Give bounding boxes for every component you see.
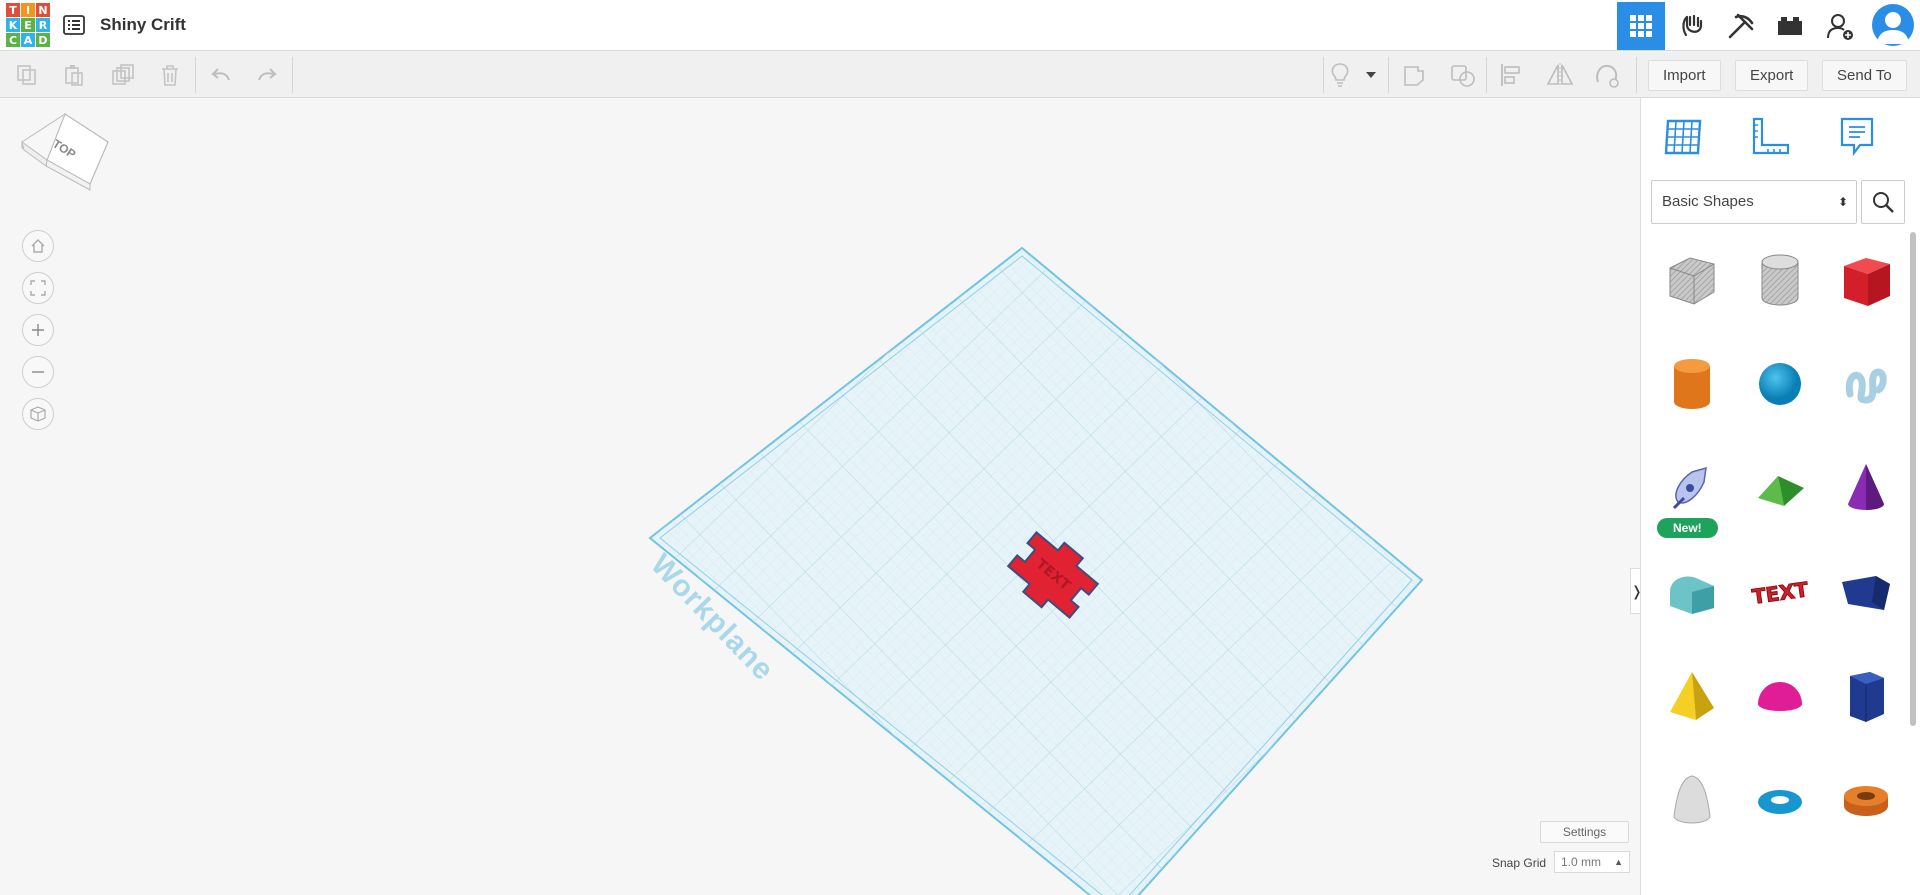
text-shape[interactable]: TEXT bbox=[1739, 544, 1821, 640]
snap-grid-value: 1.0 mm bbox=[1561, 855, 1602, 869]
search-button[interactable] bbox=[1861, 180, 1905, 224]
notes-icon[interactable] bbox=[1833, 112, 1881, 160]
circuits-icon[interactable] bbox=[1668, 2, 1716, 50]
search-icon bbox=[1873, 192, 1894, 213]
scribble-shape[interactable] bbox=[1825, 336, 1907, 432]
minus-icon bbox=[32, 371, 44, 373]
chevron-down-icon[interactable] bbox=[1362, 61, 1380, 89]
delete-icon[interactable] bbox=[155, 61, 185, 89]
settings-button[interactable]: Settings bbox=[1540, 821, 1629, 843]
cylinder-hole-shape[interactable] bbox=[1739, 232, 1821, 328]
collapse-panel-button[interactable]: ❭ bbox=[1630, 568, 1640, 614]
lightbulb-icon[interactable] bbox=[1325, 61, 1355, 89]
round-roof-shape[interactable] bbox=[1651, 544, 1733, 640]
perspective-button[interactable] bbox=[22, 398, 54, 430]
cone-shape[interactable] bbox=[1825, 440, 1907, 536]
zoom-out-button[interactable] bbox=[22, 356, 54, 388]
zoom-in-button[interactable] bbox=[22, 314, 54, 346]
home-view-button[interactable] bbox=[22, 230, 54, 262]
avatar-icon[interactable] bbox=[1872, 4, 1914, 46]
logo-letter: D bbox=[36, 33, 50, 47]
roof-shape[interactable] bbox=[1739, 440, 1821, 536]
import-button[interactable]: Import bbox=[1648, 60, 1721, 91]
project-title[interactable]: Shiny Crift bbox=[100, 15, 186, 35]
shape-category-select[interactable]: Basic Shapes ⬍ bbox=[1651, 180, 1857, 224]
design-list-icon[interactable] bbox=[63, 14, 85, 36]
copy-icon[interactable] bbox=[12, 61, 42, 89]
paste-icon[interactable] bbox=[59, 61, 89, 89]
cube-icon bbox=[30, 406, 46, 422]
shapes-panel: Basic Shapes ⬍ New! TEXT bbox=[1640, 98, 1920, 895]
plus-icon bbox=[32, 324, 44, 336]
cruise-icon[interactable] bbox=[1592, 61, 1622, 89]
chevron-up-icon: ▲ bbox=[1614, 857, 1623, 867]
workplane-icon[interactable] bbox=[1659, 112, 1707, 160]
edit-toolbar: Import Export Send To bbox=[0, 52, 1920, 98]
select-arrows-icon: ⬍ bbox=[1837, 195, 1848, 209]
snap-grid-label: Snap Grid bbox=[1492, 856, 1547, 870]
logo-letter: T bbox=[6, 3, 20, 17]
align-icon[interactable] bbox=[1497, 61, 1527, 89]
tube-shape[interactable] bbox=[1825, 752, 1907, 848]
redo-icon[interactable] bbox=[252, 61, 282, 89]
torus-shape[interactable] bbox=[1739, 752, 1821, 848]
logo-letter: R bbox=[36, 18, 50, 32]
export-button[interactable]: Export bbox=[1735, 60, 1809, 91]
3d-viewport[interactable]: TEXT Workplane TOP Settings Snap Grid 1.… bbox=[0, 98, 1640, 895]
mirror-icon[interactable] bbox=[1545, 61, 1575, 89]
undo-icon[interactable] bbox=[206, 61, 236, 89]
duplicate-icon[interactable] bbox=[108, 61, 138, 89]
group-icon[interactable] bbox=[1400, 61, 1430, 89]
cylinder-shape[interactable] bbox=[1651, 336, 1733, 432]
sphere-shape[interactable] bbox=[1739, 336, 1821, 432]
svg-text:TEXT: TEXT bbox=[1751, 577, 1810, 609]
home-icon bbox=[31, 239, 45, 253]
add-user-icon[interactable] bbox=[1816, 2, 1864, 50]
half-sphere-shape[interactable] bbox=[1739, 648, 1821, 744]
box-hole-shape[interactable] bbox=[1651, 232, 1733, 328]
top-bar: T I N K E R C A D Shiny Crift bbox=[0, 0, 1920, 51]
paraboloid-shape[interactable] bbox=[1651, 752, 1733, 848]
polygon-shape[interactable] bbox=[1825, 648, 1907, 744]
logo-letter: A bbox=[21, 33, 35, 47]
wedge-shape[interactable] bbox=[1825, 544, 1907, 640]
workplane-grid[interactable]: TEXT bbox=[0, 98, 1640, 895]
ungroup-icon[interactable] bbox=[1448, 61, 1478, 89]
snap-grid-select[interactable]: 1.0 mm ▲ bbox=[1554, 851, 1630, 873]
view-cube[interactable]: TOP bbox=[20, 112, 110, 207]
box-shape[interactable] bbox=[1825, 232, 1907, 328]
logo-letter: N bbox=[36, 3, 50, 17]
fit-view-button[interactable] bbox=[22, 272, 54, 304]
shape-category-value: Basic Shapes bbox=[1662, 193, 1754, 210]
send-to-button[interactable]: Send To bbox=[1822, 60, 1907, 91]
tinkercad-logo[interactable]: T I N K E R C A D bbox=[6, 3, 50, 47]
logo-letter: K bbox=[6, 18, 20, 32]
logo-letter: C bbox=[6, 33, 20, 47]
ruler-icon[interactable] bbox=[1747, 112, 1795, 160]
new-badge: New! bbox=[1657, 518, 1718, 538]
panel-scrollbar[interactable] bbox=[1910, 232, 1916, 726]
3d-design-icon[interactable] bbox=[1617, 2, 1665, 50]
logo-letter: I bbox=[21, 3, 35, 17]
lego-brick-icon[interactable] bbox=[1766, 2, 1814, 50]
logo-letter: E bbox=[21, 18, 35, 32]
pyramid-shape[interactable] bbox=[1651, 648, 1733, 744]
fit-icon bbox=[30, 280, 46, 296]
minecraft-icon[interactable] bbox=[1717, 2, 1765, 50]
